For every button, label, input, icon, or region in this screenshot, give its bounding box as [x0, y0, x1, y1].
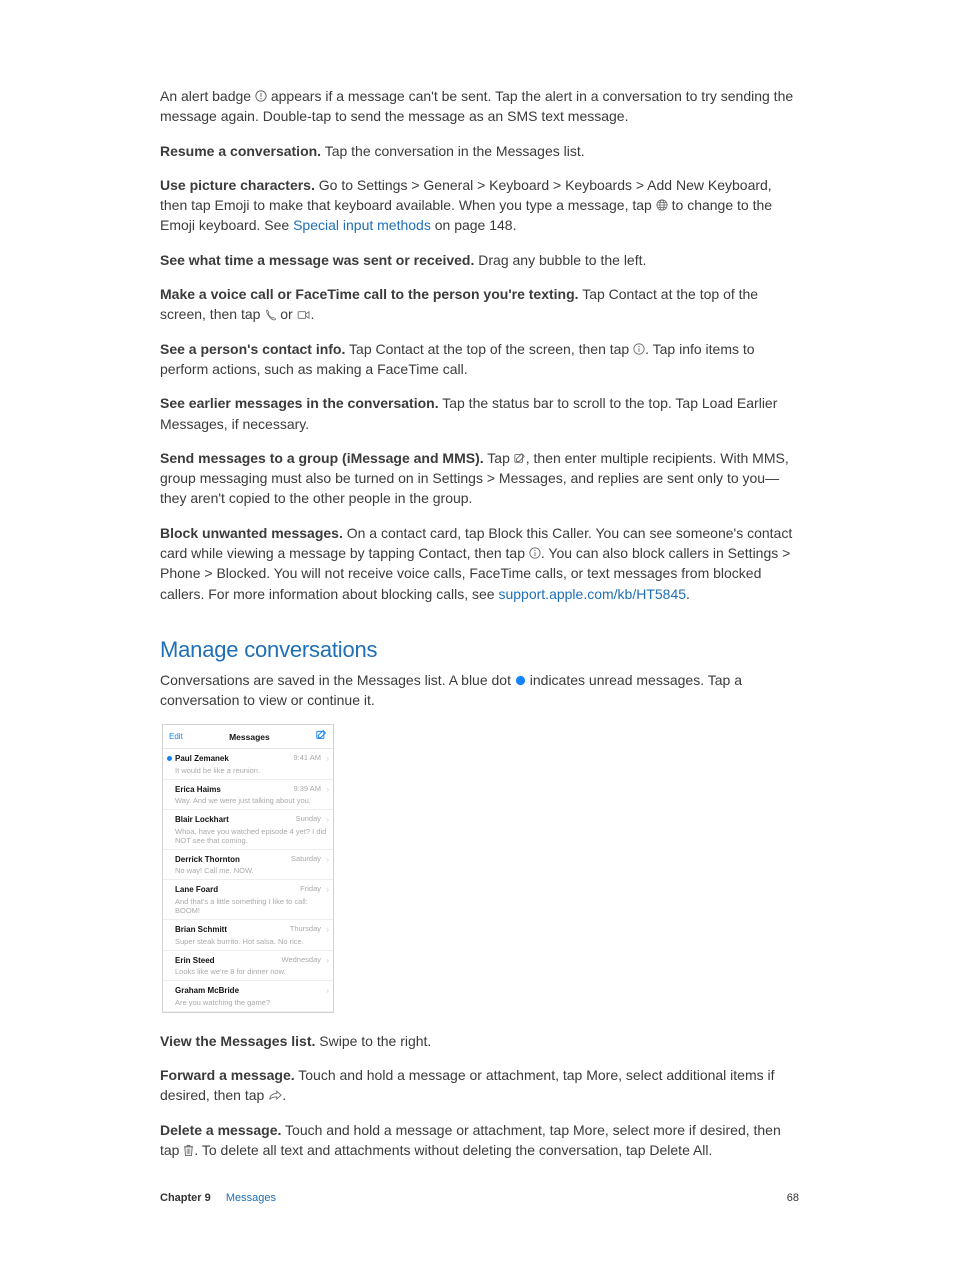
para-manage-intro: Conversations are saved in the Messages … — [160, 670, 799, 711]
messages-screenshot: Edit Messages Paul Zemanek9:41 AM›It wou… — [162, 724, 334, 1012]
edit-button[interactable]: Edit — [169, 731, 183, 743]
conversation-row[interactable]: Paul Zemanek9:41 AM›It would be like a r… — [163, 749, 333, 780]
label: See earlier messages in the conversation… — [160, 395, 439, 411]
heading-manage-conversations: Manage conversations — [160, 634, 799, 666]
time-label: Wednesday — [282, 955, 321, 966]
blue-dot-icon — [515, 675, 526, 686]
chevron-right-icon: › — [326, 985, 329, 997]
footer: Chapter 9 Messages — [160, 1191, 276, 1207]
para-delete: Delete a message. Touch and hold a messa… — [160, 1120, 799, 1161]
text: . — [282, 1087, 286, 1103]
message-preview: Whoa, have you watched episode 4 yet? I … — [175, 827, 327, 845]
conversation-row[interactable]: Lane FoardFriday›And that's a little som… — [163, 880, 333, 920]
message-preview: No way! Call me. NOW. — [175, 866, 327, 875]
alert-badge-icon — [255, 90, 267, 102]
time-label: Sunday — [296, 814, 321, 825]
phone-icon — [264, 309, 276, 321]
chevron-right-icon: › — [326, 753, 329, 765]
time-label: Friday — [300, 884, 321, 895]
text: Conversations are saved in the Messages … — [160, 672, 515, 688]
text: Drag any bubble to the left. — [474, 252, 646, 268]
para-view-list: View the Messages list. Swipe to the rig… — [160, 1031, 799, 1051]
message-preview: It would be like a reunion. — [175, 766, 327, 775]
para-resume: Resume a conversation. Tap the conversat… — [160, 141, 799, 161]
compose-icon — [514, 452, 526, 464]
time-label: Saturday — [291, 854, 321, 865]
text: . — [686, 586, 690, 602]
globe-icon — [656, 199, 668, 211]
info-icon — [633, 343, 645, 355]
label: Resume a conversation. — [160, 143, 321, 159]
label: Make a voice call or FaceTime call to th… — [160, 286, 579, 302]
para-earlier-messages: See earlier messages in the conversation… — [160, 393, 799, 434]
link-special-input[interactable]: Special input methods — [293, 217, 431, 233]
compose-icon[interactable] — [316, 729, 327, 744]
conversation-row[interactable]: Blair LockhartSunday›Whoa, have you watc… — [163, 810, 333, 850]
trash-icon — [183, 1144, 194, 1157]
text: . — [311, 306, 315, 322]
message-preview: Looks like we're 8 for dinner now. — [175, 967, 327, 976]
messages-title: Messages — [229, 731, 270, 743]
message-preview: And that's a little something I like to … — [175, 897, 327, 915]
para-voice-call: Make a voice call or FaceTime call to th… — [160, 284, 799, 325]
text: on page 148. — [431, 217, 517, 233]
label: Delete a message. — [160, 1122, 281, 1138]
text: or — [280, 306, 296, 322]
time-label: Thursday — [290, 924, 321, 935]
time-label: 9:41 AM — [293, 753, 321, 764]
para-forward: Forward a message. Touch and hold a mess… — [160, 1065, 799, 1106]
para-see-time: See what time a message was sent or rece… — [160, 250, 799, 270]
chevron-right-icon: › — [326, 814, 329, 826]
label: Use picture characters. — [160, 177, 315, 193]
conversation-row[interactable]: Erin SteedWednesday›Looks like we're 8 f… — [163, 951, 333, 982]
messages-header: Edit Messages — [163, 725, 333, 749]
conversation-row[interactable]: Graham McBride›Are you watching the game… — [163, 981, 333, 1012]
section-label: Messages — [226, 1192, 276, 1204]
text: Swipe to the right. — [315, 1033, 431, 1049]
forward-arrow-icon — [268, 1090, 282, 1102]
text: Tap — [484, 450, 514, 466]
time-label: 9:39 AM — [293, 784, 321, 795]
label: See a person's contact info. — [160, 341, 345, 357]
message-preview: Super steak burrito. Hot salsa. No rice. — [175, 937, 327, 946]
para-picture-characters: Use picture characters. Go to Settings >… — [160, 175, 799, 236]
info-icon — [529, 547, 541, 559]
label: See what time a message was sent or rece… — [160, 252, 474, 268]
conversation-row[interactable]: Erica Haims9:39 AM›Way. And we were just… — [163, 780, 333, 811]
text: An alert badge — [160, 88, 255, 104]
chevron-right-icon: › — [326, 884, 329, 896]
text: . To delete all text and attachments wit… — [194, 1142, 712, 1158]
chevron-right-icon: › — [326, 955, 329, 967]
contact-name: Graham McBride — [175, 985, 327, 997]
chevron-right-icon: › — [326, 784, 329, 796]
message-preview: Way. And we were just talking about you. — [175, 796, 327, 805]
conversation-row[interactable]: Brian SchmittThursday›Super steak burrit… — [163, 920, 333, 951]
label: View the Messages list. — [160, 1033, 315, 1049]
text: Tap Contact at the top of the screen, th… — [345, 341, 633, 357]
para-alert: An alert badge appears if a message can'… — [160, 86, 799, 127]
chevron-right-icon: › — [326, 924, 329, 936]
label: Forward a message. — [160, 1067, 295, 1083]
para-group-messages: Send messages to a group (iMessage and M… — [160, 448, 799, 509]
label: Send messages to a group (iMessage and M… — [160, 450, 484, 466]
label: Block unwanted messages. — [160, 525, 343, 541]
para-contact-info: See a person's contact info. Tap Contact… — [160, 339, 799, 380]
facetime-icon — [297, 310, 311, 320]
message-preview: Are you watching the game? — [175, 998, 327, 1007]
link-support-block[interactable]: support.apple.com/kb/HT5845 — [498, 586, 686, 602]
text: Tap the conversation in the Messages lis… — [321, 143, 585, 159]
unread-dot-icon — [167, 756, 172, 761]
para-block-messages: Block unwanted messages. On a contact ca… — [160, 523, 799, 604]
conversation-row[interactable]: Derrick ThorntonSaturday›No way! Call me… — [163, 850, 333, 881]
chevron-right-icon: › — [326, 854, 329, 866]
page-number: 68 — [787, 1191, 799, 1207]
chapter-label: Chapter 9 — [160, 1192, 211, 1204]
